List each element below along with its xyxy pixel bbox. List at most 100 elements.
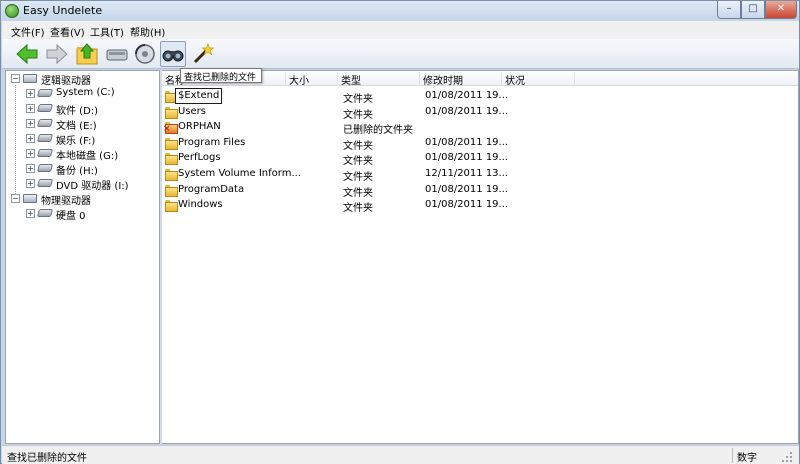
drive-icon: [36, 104, 54, 112]
app-logo-icon: [5, 4, 19, 18]
drive-tree[interactable]: − 逻辑驱动器 + System (C:) + 软件 (D:) + 文档 (E:…: [5, 70, 160, 444]
expand-toggle[interactable]: +: [26, 209, 35, 218]
expand-toggle[interactable]: +: [26, 134, 35, 143]
app-window: Easy Undelete – □ ✕ 文件(F) 查看(V) 工具(T) 帮助…: [0, 0, 800, 464]
folder-icon: [165, 169, 178, 181]
resize-grip-icon[interactable]: [780, 450, 794, 462]
cell-type: 文件夹: [343, 203, 373, 215]
cell-name: Users: [178, 105, 207, 117]
up-folder-button[interactable]: [74, 41, 100, 67]
expand-toggle[interactable]: +: [26, 104, 35, 113]
tree-item-label: System (C:): [56, 87, 115, 98]
expand-toggle[interactable]: +: [26, 179, 35, 188]
table-row[interactable]: Windows 文件夹 01/08/2011 19...: [162, 197, 798, 215]
scan-disk-icon: [135, 44, 155, 64]
drive-icon: [36, 149, 54, 157]
table-row[interactable]: ProgramData 文件夹 01/08/2011 19...: [162, 182, 798, 199]
status-bar: 查找已删除的文件 数字: [2, 445, 799, 464]
cell-modified: 01/08/2011 19...: [425, 152, 509, 164]
scan-button[interactable]: [132, 41, 158, 67]
title-bar[interactable]: Easy Undelete – □ ✕: [1, 1, 799, 21]
expand-toggle[interactable]: +: [26, 149, 35, 158]
column-header-status[interactable]: 状况: [502, 72, 575, 87]
tree-item-label: 娱乐 (F:): [56, 136, 96, 147]
column-header-size[interactable]: 大小: [286, 72, 338, 87]
folder-icon: [165, 153, 178, 166]
table-row[interactable]: Program Files 文件夹 01/08/2011 19...: [162, 135, 798, 152]
num-lock-indicator: 数字: [737, 453, 757, 464]
table-row[interactable]: $Extend 文件夹 01/08/2011 19...: [162, 88, 798, 105]
cell-modified: 01/08/2011 19...: [425, 199, 509, 211]
folder-icon: [165, 200, 178, 213]
maximize-button[interactable]: □: [741, 1, 765, 19]
cell-name: $Extend: [175, 88, 223, 104]
status-text: 查找已删除的文件: [7, 453, 87, 464]
wizard-button[interactable]: [190, 41, 216, 67]
column-header-modified[interactable]: 修改时期: [420, 72, 502, 87]
arrow-right-icon: [46, 43, 68, 65]
cell-modified: 01/08/2011 19...: [425, 136, 509, 148]
menu-file[interactable]: 文件(F): [11, 24, 45, 39]
column-header-type[interactable]: 类型: [338, 72, 420, 87]
menu-view[interactable]: 查看(V): [50, 24, 85, 39]
cell-name: PerfLogs: [178, 152, 221, 164]
folder-icon: [165, 106, 178, 119]
arrow-left-icon: [16, 43, 38, 65]
hard-disk-icon: [36, 209, 54, 217]
status-divider: [732, 448, 733, 463]
drive-button[interactable]: [104, 41, 130, 67]
tree-item-label: 备份 (H:): [56, 166, 98, 177]
folder-icon: [165, 137, 178, 150]
dvd-drive-icon: [36, 179, 54, 187]
tree-item-label: 物理驱动器: [41, 196, 91, 207]
expand-toggle[interactable]: +: [26, 89, 35, 98]
drive-icon: [36, 89, 54, 97]
drives-icon: [23, 194, 37, 203]
expand-toggle[interactable]: +: [26, 119, 35, 128]
drive-icon: [36, 164, 54, 172]
tree-item-label: 文档 (E:): [56, 121, 97, 132]
cell-modified: 01/08/2011 19...: [425, 90, 509, 101]
window-title: Easy Undelete: [23, 4, 103, 17]
cell-modified: 12/11/2011 13...: [425, 168, 509, 179]
table-row[interactable]: Users 文件夹 01/08/2011 19...: [162, 104, 798, 121]
cell-name: ProgramData: [178, 183, 245, 195]
table-row[interactable]: System Volume Inform... 文件夹 12/11/2011 13.…: [162, 166, 798, 183]
close-button[interactable]: ✕: [765, 1, 797, 19]
drive-icon: [36, 134, 54, 142]
file-list[interactable]: 名称 大小 类型 修改时期 状况 $Extend 文件夹 01/08/2011 19…: [162, 70, 799, 444]
folder-icon: [165, 184, 178, 197]
tree-item-label: 逻辑驱动器: [41, 76, 91, 87]
drive-icon: [36, 119, 54, 127]
tree-item-label: DVD 驱动器 (I:): [56, 181, 129, 192]
table-row[interactable]: PerfLogs 文件夹 01/08/2011 19...: [162, 150, 798, 167]
collapse-toggle[interactable]: −: [11, 194, 20, 203]
tree-item-label: 硬盘 0: [56, 211, 86, 222]
cell-modified: 01/08/2011 19...: [425, 105, 509, 117]
drive-icon: [106, 49, 128, 61]
tree-item-label: 软件 (D:): [56, 106, 99, 117]
cell-name: System Volume Inform...: [178, 168, 301, 179]
expand-toggle[interactable]: +: [26, 164, 35, 173]
table-row[interactable]: × ORPHAN 已删除的文件夹: [162, 119, 798, 136]
deleted-folder-icon: ×: [163, 122, 178, 135]
binoculars-icon: [162, 50, 184, 62]
drives-icon: [23, 74, 37, 83]
cell-modified: 01/08/2011 19...: [425, 183, 509, 195]
menu-bar: 文件(F) 查看(V) 工具(T) 帮助(H): [2, 21, 799, 39]
cell-name: Program Files: [178, 136, 246, 148]
toolbar-tooltip: 查找已删除的文件: [180, 68, 262, 83]
collapse-toggle[interactable]: −: [11, 74, 20, 83]
minimize-button[interactable]: –: [717, 1, 741, 19]
cell-name: Windows: [178, 199, 223, 211]
folder-up-icon: [76, 43, 98, 65]
magic-wand-icon: [193, 43, 215, 64]
tree-item-label: 本地磁盘 (G:): [56, 151, 119, 162]
menu-tools[interactable]: 工具(T): [90, 24, 124, 39]
cell-name: ORPHAN: [178, 121, 221, 133]
find-deleted-button[interactable]: [160, 41, 186, 67]
back-button[interactable]: [14, 41, 40, 67]
forward-button[interactable]: [44, 41, 70, 67]
toolbar: [2, 39, 799, 69]
menu-help[interactable]: 帮助(H): [130, 24, 165, 39]
